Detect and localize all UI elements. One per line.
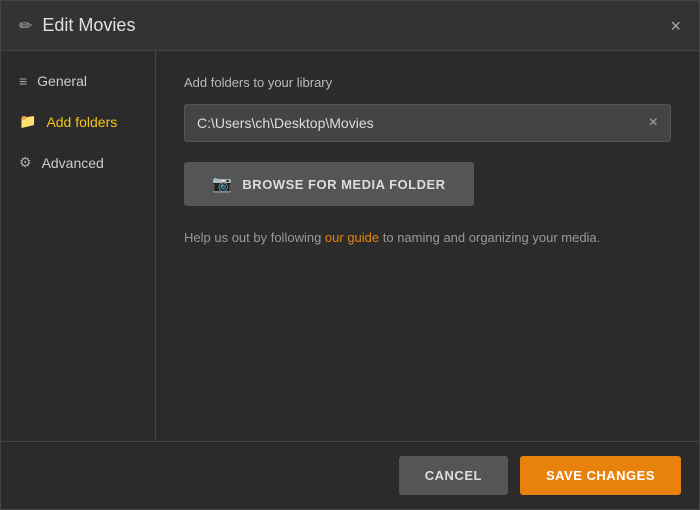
pencil-icon: ✏ [19,16,32,36]
dialog-body: ≡ General 📁 Add folders ⚙ Advanced Add f… [1,51,699,441]
dialog-title-area: ✏ Edit Movies [19,15,135,36]
sidebar-label-general: General [37,73,87,89]
sidebar-item-general[interactable]: ≡ General [1,61,155,101]
sidebar: ≡ General 📁 Add folders ⚙ Advanced [1,51,156,441]
edit-movies-dialog: ✏ Edit Movies × ≡ General 📁 Add folders … [0,0,700,510]
main-content: Add folders to your library × 📷 BROWSE F… [156,51,699,441]
folder-clear-button[interactable]: × [637,106,670,140]
gear-icon: ⚙ [19,154,32,171]
sidebar-label-advanced: Advanced [42,155,104,171]
section-label: Add folders to your library [184,75,671,90]
help-guide-link[interactable]: our guide [325,230,379,245]
sidebar-label-add-folders: Add folders [46,114,117,130]
folder-input-row: × [184,104,671,142]
dialog-footer: CANCEL SAVE CHANGES [1,441,699,509]
sidebar-item-add-folders[interactable]: 📁 Add folders [1,101,155,142]
help-text-before: Help us out by following [184,230,325,245]
browse-button[interactable]: 📷 BROWSE FOR MEDIA FOLDER [184,162,474,206]
help-text: Help us out by following our guide to na… [184,228,671,248]
folder-path-input[interactable] [185,105,637,141]
general-icon: ≡ [19,73,27,89]
sidebar-item-advanced[interactable]: ⚙ Advanced [1,142,155,183]
help-text-after: to naming and organizing your media. [379,230,600,245]
browse-button-label: BROWSE FOR MEDIA FOLDER [242,177,445,192]
folder-icon: 📁 [19,113,36,130]
dialog-title: Edit Movies [42,15,135,36]
save-changes-button[interactable]: SAVE CHANGES [520,456,681,495]
close-button[interactable]: × [670,17,681,35]
cancel-button[interactable]: CANCEL [399,456,508,495]
dialog-header: ✏ Edit Movies × [1,1,699,51]
camera-icon: 📷 [212,174,232,194]
